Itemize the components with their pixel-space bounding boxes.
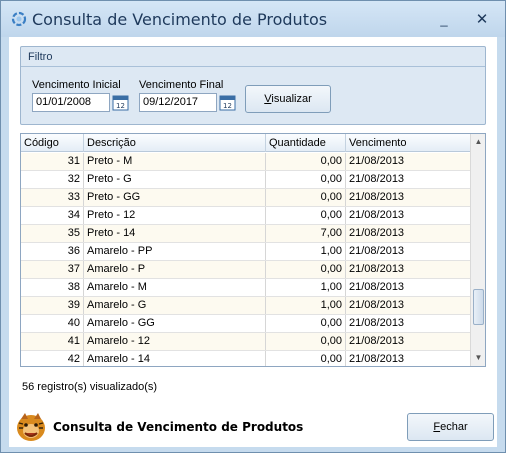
column-header-expiry[interactable]: Vencimento bbox=[346, 134, 470, 152]
cell-quantity: 0,00 bbox=[266, 261, 346, 278]
cell-quantity: 0,00 bbox=[266, 153, 346, 170]
cell-quantity: 1,00 bbox=[266, 279, 346, 296]
cell-code: 33 bbox=[21, 189, 84, 206]
svg-text:12: 12 bbox=[223, 102, 232, 110]
cell-quantity: 1,00 bbox=[266, 243, 346, 260]
cell-expiry: 21/08/2013 bbox=[349, 209, 405, 221]
table-row[interactable]: 34 Preto - 12 0,00 21/08/2013 bbox=[21, 207, 470, 225]
cell-description: Amarelo - GG bbox=[84, 315, 266, 332]
cell-quantity: 0,00 bbox=[266, 333, 346, 350]
scroll-up-arrow-icon[interactable]: ▲ bbox=[471, 134, 485, 150]
cell-code: 36 bbox=[21, 243, 84, 260]
app-window: Consulta de Vencimento de Produtos _ ✕ F… bbox=[0, 0, 506, 453]
client-area: Filtro Vencimento Inicial Vencimento Fin… bbox=[9, 37, 497, 447]
close-label: echar bbox=[440, 421, 468, 433]
scroll-down-arrow-icon[interactable]: ▼ bbox=[471, 350, 485, 366]
cell-description: Amarelo - G bbox=[84, 297, 266, 314]
cell-quantity: 0,00 bbox=[266, 351, 346, 366]
table-row[interactable]: 41 Amarelo - 12 0,00 21/08/2013 bbox=[21, 333, 470, 351]
cell-expiry: 21/08/2013 bbox=[349, 263, 405, 275]
cell-code: 31 bbox=[21, 153, 84, 170]
window-title: Consulta de Vencimento de Produtos bbox=[32, 10, 328, 29]
cell-expiry: 21/08/2013 bbox=[349, 299, 405, 311]
end-date-input[interactable]: 09/12/2017 bbox=[139, 93, 217, 112]
cell-expiry: 21/08/2013 bbox=[349, 245, 405, 257]
cell-quantity: 0,00 bbox=[266, 207, 346, 224]
grid-rows: 31 Preto - M 0,00 21/08/2013 32 Preto - G 0,00… bbox=[21, 153, 470, 366]
cell-code: 35 bbox=[21, 225, 84, 242]
cell-expiry: 21/08/2013 bbox=[349, 173, 405, 185]
cell-quantity: 1,00 bbox=[266, 297, 346, 314]
table-row[interactable]: 42 Amarelo - 14 0,00 21/08/2013 bbox=[21, 351, 470, 366]
refresh-gear-icon bbox=[11, 11, 27, 27]
cell-expiry: 21/08/2013 bbox=[349, 281, 405, 293]
cell-expiry: 21/08/2013 bbox=[349, 155, 405, 167]
cell-code: 40 bbox=[21, 315, 84, 332]
cell-description: Amarelo - P bbox=[84, 261, 266, 278]
minimize-button[interactable]: _ bbox=[433, 11, 455, 29]
cell-description: Preto - GG bbox=[84, 189, 266, 206]
cell-description: Amarelo - PP bbox=[84, 243, 266, 260]
table-row[interactable]: 37 Amarelo - P 0,00 21/08/2013 bbox=[21, 261, 470, 279]
cell-code: 39 bbox=[21, 297, 84, 314]
visualize-button[interactable]: Visualizar bbox=[245, 85, 331, 113]
table-row[interactable]: 32 Preto - G 0,00 21/08/2013 bbox=[21, 171, 470, 189]
cell-description: Amarelo - 14 bbox=[84, 351, 266, 366]
cell-description: Preto - 14 bbox=[84, 225, 266, 242]
close-button[interactable]: Fechar bbox=[407, 413, 494, 441]
divider bbox=[21, 66, 485, 67]
cell-description: Preto - 12 bbox=[84, 207, 266, 224]
cell-expiry: 21/08/2013 bbox=[349, 335, 405, 347]
cell-code: 41 bbox=[21, 333, 84, 350]
cell-description: Amarelo - M bbox=[84, 279, 266, 296]
cell-quantity: 0,00 bbox=[266, 171, 346, 188]
tiger-logo-icon bbox=[17, 413, 45, 441]
table-row[interactable]: 33 Preto - GG 0,00 21/08/2013 bbox=[21, 189, 470, 207]
calendar-icon[interactable]: 12 bbox=[219, 94, 236, 111]
svg-text:12: 12 bbox=[116, 102, 125, 110]
cell-description: Amarelo - 12 bbox=[84, 333, 266, 350]
start-date-label: Vencimento Inicial bbox=[32, 79, 121, 91]
cell-code: 32 bbox=[21, 171, 84, 188]
results-grid[interactable]: Código Descrição Quantidade Vencimento 3… bbox=[20, 133, 486, 367]
cell-expiry: 21/08/2013 bbox=[349, 227, 405, 239]
table-row[interactable]: 35 Preto - 14 7,00 21/08/2013 bbox=[21, 225, 470, 243]
cell-code: 34 bbox=[21, 207, 84, 224]
table-row[interactable]: 38 Amarelo - M 1,00 21/08/2013 bbox=[21, 279, 470, 297]
table-row[interactable]: 40 Amarelo - GG 0,00 21/08/2013 bbox=[21, 315, 470, 333]
cell-description: Preto - M bbox=[84, 153, 266, 170]
cell-code: 42 bbox=[21, 351, 84, 366]
filter-panel: Filtro Vencimento Inicial Vencimento Fin… bbox=[20, 46, 486, 125]
cell-expiry: 21/08/2013 bbox=[349, 317, 405, 329]
cell-description: Preto - G bbox=[84, 171, 266, 188]
cell-quantity: 0,00 bbox=[266, 189, 346, 206]
cell-expiry: 21/08/2013 bbox=[349, 191, 405, 203]
title-bar[interactable]: Consulta de Vencimento de Produtos _ ✕ bbox=[1, 1, 505, 37]
cell-code: 37 bbox=[21, 261, 84, 278]
table-row[interactable]: 39 Amarelo - G 1,00 21/08/2013 bbox=[21, 297, 470, 315]
footer-title: Consulta de Vencimento de Produtos bbox=[53, 420, 304, 434]
column-header-code[interactable]: Código bbox=[21, 134, 84, 152]
table-row[interactable]: 31 Preto - M 0,00 21/08/2013 bbox=[21, 153, 470, 171]
close-window-button[interactable]: ✕ bbox=[471, 11, 493, 29]
calendar-icon[interactable]: 12 bbox=[112, 94, 129, 111]
filter-title: Filtro bbox=[28, 51, 53, 63]
cell-expiry: 21/08/2013 bbox=[349, 353, 405, 365]
column-header-description[interactable]: Descrição bbox=[84, 134, 266, 152]
cell-quantity: 7,00 bbox=[266, 225, 346, 242]
visualize-label: isualizar bbox=[271, 93, 312, 105]
record-count: 56 registro(s) visualizado(s) bbox=[22, 381, 158, 393]
start-date-input[interactable]: 01/01/2008 bbox=[32, 93, 110, 112]
cell-code: 38 bbox=[21, 279, 84, 296]
scrollbar-thumb[interactable] bbox=[473, 289, 484, 326]
cell-quantity: 0,00 bbox=[266, 315, 346, 332]
grid-header: Código Descrição Quantidade Vencimento bbox=[21, 134, 470, 152]
end-date-label: Vencimento Final bbox=[139, 79, 224, 91]
vertical-scrollbar[interactable]: ▲ ▼ bbox=[470, 134, 485, 366]
table-row[interactable]: 36 Amarelo - PP 1,00 21/08/2013 bbox=[21, 243, 470, 261]
column-header-quantity[interactable]: Quantidade bbox=[266, 134, 346, 152]
